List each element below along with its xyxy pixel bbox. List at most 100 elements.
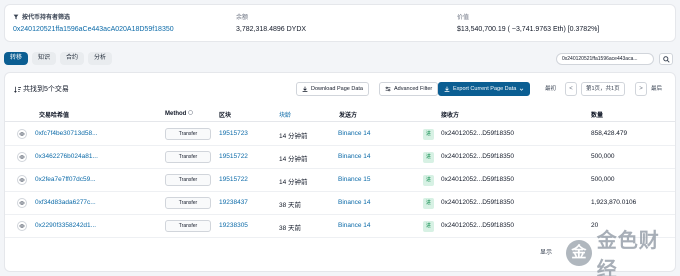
search-button[interactable]: [659, 53, 673, 65]
holder-filter-label: 按代币持有者筛选: [22, 15, 71, 21]
value-label: 价值: [457, 15, 470, 21]
tab-bar: 转移 知识 合约 分析: [4, 52, 113, 65]
info-icon: [188, 110, 193, 115]
eye-icon: [19, 224, 25, 228]
sliders-icon: [385, 86, 391, 92]
age-cell: 38 天前: [279, 225, 302, 232]
export-label: Export Current Page Data: [453, 86, 517, 92]
export-icon: [444, 86, 450, 92]
block-link[interactable]: 19515723: [219, 130, 248, 137]
from-link[interactable]: Binance 15: [338, 176, 371, 183]
watermark-logo: 金 金色财经: [566, 230, 680, 276]
header-block: 区块: [219, 113, 232, 119]
holder-filter-section: 按代币持有者筛选 0x240120521ffa1596aCe443acA020A…: [13, 12, 174, 33]
tx-hash-link[interactable]: 0x3462276b024a81...: [35, 153, 98, 160]
to-address: 0x24012052...D59f18350: [441, 153, 515, 160]
tx-hash-link[interactable]: 0x2fea7e7ff07dc59...: [35, 176, 96, 183]
prev-page-button[interactable]: <: [565, 82, 577, 96]
tx-hash-link[interactable]: 0xf34d83ada6277c...: [35, 199, 96, 206]
table-row: 0x2290f3358242d1... Transfer 19238305 38…: [5, 215, 675, 238]
chevron-down-icon: [520, 88, 524, 91]
view-details-button[interactable]: [17, 152, 27, 162]
table-header: 交易哈希值 Method 区块 块龄 发送方 接收方 数量: [5, 106, 675, 122]
eye-icon: [19, 132, 25, 136]
header-from: 发送方: [339, 113, 358, 119]
age-cell: 14 分钟前: [279, 179, 308, 186]
amount-cell: 500,000: [591, 153, 615, 160]
balance-section: 余额 3,782,318.4896 DYDX: [236, 12, 306, 33]
page-indicator: 第1页，共1页: [581, 82, 625, 96]
found-count: 共找到5个交易: [14, 84, 69, 94]
advanced-filter-button[interactable]: Advanced Filter: [379, 82, 439, 96]
filter-icon: [13, 14, 19, 19]
direction-in-badge: 进: [423, 152, 434, 163]
watermark-logo-mark: 金: [566, 240, 592, 266]
from-link[interactable]: Binance 14: [338, 130, 371, 137]
header-age[interactable]: 块龄: [279, 110, 291, 119]
method-badge: Transfer: [165, 128, 211, 140]
value-amount: $13,540,700.19 ( ~3,741.9763 Eth) [0.378…: [457, 26, 600, 33]
age-cell: 14 分钟前: [279, 133, 308, 140]
advanced-filter-label: Advanced Filter: [394, 86, 433, 92]
view-details-button[interactable]: [17, 129, 27, 139]
eye-icon: [19, 201, 25, 205]
balance-label: 余额: [236, 15, 249, 21]
amount-cell: 1,923,870.0106: [591, 199, 637, 206]
block-link[interactable]: 19515722: [219, 153, 248, 160]
direction-in-badge: 进: [423, 198, 434, 209]
amount-cell: 858,428.479: [591, 130, 628, 137]
table-row: 0x3462276b024a81... Transfer 19515722 14…: [5, 146, 675, 169]
last-page-link[interactable]: 最后: [651, 82, 662, 96]
value-section: 价值 $13,540,700.19 ( ~3,741.9763 Eth) [0.…: [457, 12, 599, 33]
eye-icon: [19, 155, 25, 159]
amount-cell: 500,000: [591, 176, 615, 183]
page-size-label: 显示: [540, 250, 553, 256]
age-cell: 38 天前: [279, 202, 302, 209]
first-page-link[interactable]: 最初: [545, 82, 556, 96]
export-current-page-button[interactable]: Export Current Page Data: [438, 82, 531, 96]
holder-filter-label-row: 按代币持有者筛选: [13, 12, 174, 21]
search-icon: [662, 55, 670, 63]
method-badge: Transfer: [165, 220, 211, 232]
age-cell: 14 分钟前: [279, 156, 308, 163]
token-holder-summary: 按代币持有者筛选 0x240120521ffa1596aCe443acA020A…: [4, 4, 676, 42]
from-link[interactable]: Binance 14: [338, 153, 371, 160]
method-badge: Transfer: [165, 174, 211, 186]
method-badge: Transfer: [165, 197, 211, 209]
view-details-button[interactable]: [17, 198, 27, 208]
block-link[interactable]: 19515722: [219, 176, 248, 183]
table-row: 0x2fea7e7ff07dc59... Transfer 19515722 1…: [5, 169, 675, 192]
tab-contract[interactable]: 合约: [60, 52, 85, 65]
download-page-data-button[interactable]: Download Page Data: [296, 82, 369, 96]
eye-icon: [19, 178, 25, 182]
download-label: Download Page Data: [311, 86, 363, 92]
header-amount: 数量: [591, 113, 604, 119]
tx-hash-link[interactable]: 0x2290f3358242d1...: [35, 222, 96, 229]
watermark-text: 金色财经: [596, 230, 660, 276]
method-badge: Transfer: [165, 151, 211, 163]
direction-in-badge: 进: [423, 221, 434, 232]
header-method: Method: [165, 110, 193, 117]
to-address: 0x24012052...D59f18350: [441, 176, 515, 183]
found-count-text: 共找到5个交易: [23, 86, 69, 93]
view-details-button[interactable]: [17, 175, 27, 185]
table-row: 0xf34d83ada6277c... Transfer 19238437 38…: [5, 192, 675, 215]
tab-analytics[interactable]: 分析: [88, 52, 113, 65]
header-hash: 交易哈希值: [39, 113, 70, 119]
view-details-button[interactable]: [17, 221, 27, 231]
from-link[interactable]: Binance 14: [338, 199, 371, 206]
from-link[interactable]: Binance 14: [338, 222, 371, 229]
address-search-input[interactable]: 0x240120521ffa1596ace443aca...: [556, 53, 654, 65]
block-link[interactable]: 19238305: [219, 222, 248, 229]
next-page-button[interactable]: >: [635, 82, 647, 96]
holder-address[interactable]: 0x240120521ffa1596aCe443acA020A18D59f183…: [13, 26, 174, 33]
to-address: 0x24012052...D59f18350: [441, 222, 515, 229]
tab-knowledge[interactable]: 知识: [32, 52, 57, 65]
block-link[interactable]: 19238437: [219, 199, 248, 206]
download-icon: [302, 86, 308, 92]
to-address: 0x24012052...D59f18350: [441, 130, 515, 137]
tx-hash-link[interactable]: 0xfc7f4be30713d58...: [35, 130, 98, 137]
tab-transfers[interactable]: 转移: [4, 52, 29, 65]
header-method-text: Method: [165, 111, 187, 117]
header-to: 接收方: [441, 113, 460, 119]
